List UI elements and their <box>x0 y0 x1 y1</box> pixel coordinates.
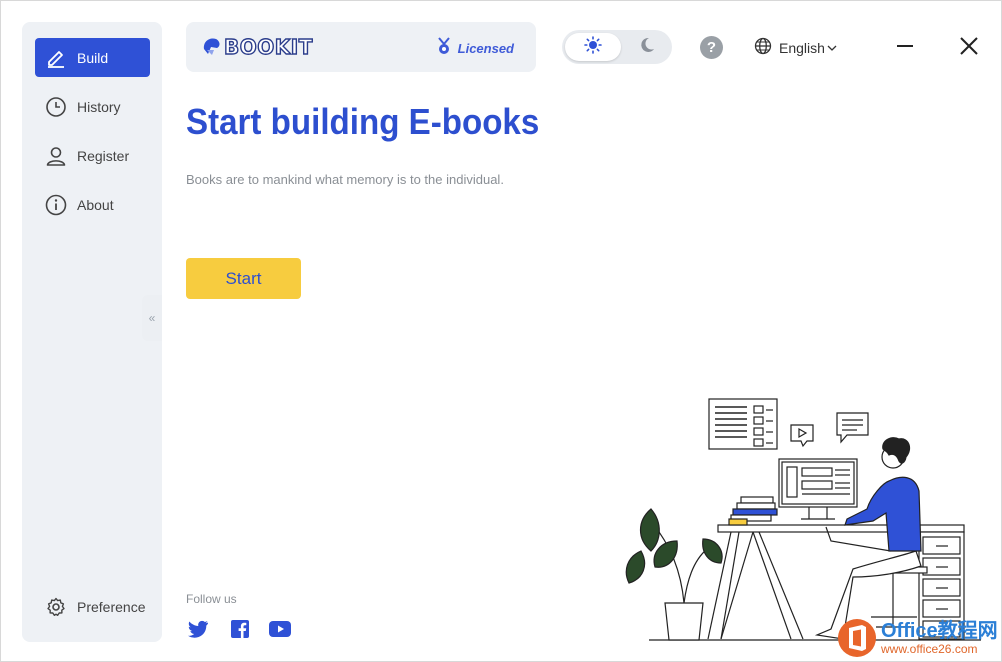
question-icon: ? <box>706 39 717 56</box>
theme-light-option[interactable] <box>565 33 621 61</box>
twitter-icon[interactable] <box>187 619 209 639</box>
youtube-icon[interactable] <box>269 619 291 639</box>
info-icon <box>45 194 67 216</box>
moon-icon <box>638 36 656 59</box>
bookit-logo-icon <box>202 35 222 62</box>
theme-toggle[interactable] <box>562 30 672 64</box>
sidebar-item-build[interactable]: Build <box>35 38 150 77</box>
follow-us-label: Follow us <box>186 592 237 606</box>
sidebar-item-about[interactable]: About <box>35 185 150 224</box>
chevron-down-icon <box>827 39 837 57</box>
person-at-desk-illustration <box>621 391 981 643</box>
sun-icon <box>584 35 602 59</box>
sidebar-item-history[interactable]: History <box>35 87 150 126</box>
language-select[interactable]: English <box>754 37 837 60</box>
close-icon <box>959 36 979 61</box>
sidebar-item-label: Preference <box>77 598 146 615</box>
office-logo-icon <box>837 618 877 658</box>
theme-dark-option[interactable] <box>624 33 670 61</box>
pen-icon <box>45 47 67 69</box>
clock-icon <box>45 96 67 118</box>
help-button[interactable]: ? <box>700 36 723 59</box>
watermark-url: www.office26.com <box>881 642 978 656</box>
gear-icon <box>45 596 67 618</box>
minimize-icon <box>895 36 915 61</box>
medal-icon <box>436 37 452 60</box>
minimize-button[interactable] <box>894 37 916 59</box>
sidebar-item-label: History <box>77 98 121 115</box>
office26-watermark: Office教程网 www.office26.com <box>837 613 1002 662</box>
sidebar-item-label: Build <box>77 49 109 66</box>
sidebar-item-label: Register <box>77 147 130 164</box>
app-window: Build History Register About Preference <box>0 0 1002 662</box>
close-button[interactable] <box>958 36 980 61</box>
sidebar-collapse-handle[interactable]: « <box>142 295 162 341</box>
sidebar: Build History Register About Preference <box>22 22 162 642</box>
sidebar-item-label: About <box>77 196 114 213</box>
license-badge: Licensed <box>436 37 514 60</box>
page-title: Start building E-books <box>186 101 540 142</box>
sidebar-item-preference[interactable]: Preference <box>35 587 150 626</box>
user-icon <box>45 145 67 167</box>
language-value: English <box>779 40 825 56</box>
page-subtitle: Books are to mankind what memory is to t… <box>186 172 504 187</box>
double-chevron-left-icon: « <box>148 311 156 325</box>
sidebar-item-register[interactable]: Register <box>35 136 150 175</box>
start-button[interactable]: Start <box>186 258 301 299</box>
globe-icon <box>754 37 772 60</box>
watermark-title: Office教程网 <box>881 620 998 642</box>
brand-logo-text: BOOKIT <box>223 34 313 59</box>
facebook-icon[interactable] <box>229 619 251 639</box>
brand-bar: BOOKIT Licensed <box>186 22 536 72</box>
license-status: Licensed <box>457 41 514 56</box>
